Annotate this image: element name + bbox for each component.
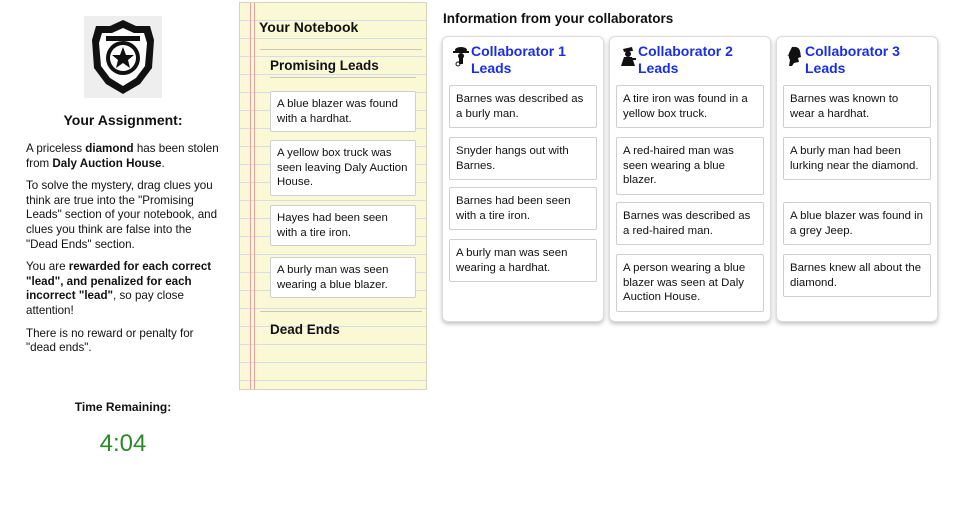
notebook-divider bbox=[260, 311, 422, 312]
clue-card[interactable]: Barnes knew all about the diamond. bbox=[783, 254, 931, 298]
assignment-paragraph-1: A priceless diamond has been stolen from… bbox=[26, 142, 222, 171]
clue-card[interactable]: Barnes was known to wear a hardhat. bbox=[783, 85, 931, 129]
notebook-title: Your Notebook bbox=[259, 19, 359, 35]
collaborator-2-panel: Collaborator 2 Leads A tire iron was fou… bbox=[609, 36, 771, 322]
lead-card[interactable]: A burly man was seen wearing a blue blaz… bbox=[270, 257, 416, 299]
timer-value: 4:04 bbox=[99, 430, 147, 457]
assignment-instructions: A priceless diamond has been stolen from… bbox=[26, 142, 222, 364]
dead-ends-title: Dead Ends bbox=[270, 322, 340, 337]
assignment-title: Your Assignment: bbox=[63, 112, 183, 128]
bold-text: diamond bbox=[85, 142, 134, 155]
text-span: You are bbox=[26, 260, 69, 274]
assignment-panel: Your Assignment: A priceless diamond has… bbox=[0, 0, 236, 518]
collaborator-header: Collaborator 2 Leads bbox=[618, 43, 764, 77]
text-span: A priceless bbox=[26, 142, 86, 155]
lead-card[interactable]: Hayes had been seen with a tire iron. bbox=[270, 205, 416, 247]
notebook-margin-line bbox=[254, 3, 255, 389]
collaborator-title: Collaborator 3 Leads bbox=[805, 43, 900, 76]
spy-figure-icon bbox=[619, 45, 637, 67]
promising-leads-dropzone[interactable]: A blue blazer was found with a hardhat. … bbox=[264, 79, 420, 311]
assignment-paragraph-2: To solve the mystery, drag clues you thi… bbox=[26, 179, 218, 251]
collaborator-3-panel: Collaborator 3 Leads Barnes was known to… bbox=[776, 36, 938, 322]
collaborator-header: Collaborator 1 Leads bbox=[451, 43, 597, 77]
detective-hat-icon bbox=[452, 45, 470, 67]
clue-card[interactable]: A tire iron was found in a yellow box tr… bbox=[616, 85, 764, 129]
collaborators-heading: Information from your collaborators bbox=[443, 11, 674, 26]
promising-leads-title: Promising Leads bbox=[270, 58, 379, 73]
clue-card[interactable]: A burly man was seen wearing a hardhat. bbox=[449, 239, 597, 283]
collaborator-title: Collaborator 2 Leads bbox=[638, 43, 733, 76]
clue-card[interactable]: Barnes was described as a red-haired man… bbox=[616, 202, 764, 246]
collaborator-header: Collaborator 3 Leads bbox=[785, 43, 931, 77]
police-badge-icon bbox=[84, 16, 162, 98]
clue-card[interactable]: A person wearing a blue blazer was seen … bbox=[616, 254, 764, 312]
clue-card[interactable]: Barnes was described as a burly man. bbox=[449, 85, 597, 129]
clue-card[interactable]: A burly man had been lurking near the di… bbox=[783, 137, 931, 181]
collaborator-title: Collaborator 1 Leads bbox=[471, 43, 566, 76]
assignment-paragraph-4: There is no reward or penalty for "dead … bbox=[26, 326, 194, 355]
lead-card[interactable]: A yellow box truck was seen leaving Daly… bbox=[270, 140, 416, 196]
notebook: Your Notebook Promising Leads A blue bla… bbox=[239, 2, 427, 390]
clue-card[interactable]: Barnes had been seen with a tire iron. bbox=[449, 187, 597, 231]
promising-leads-divider bbox=[270, 77, 416, 78]
clue-card[interactable]: Snyder hangs out with Barnes. bbox=[449, 137, 597, 181]
sherlock-profile-icon bbox=[786, 45, 804, 67]
notebook-divider bbox=[260, 49, 422, 50]
dead-ends-dropzone[interactable] bbox=[264, 343, 420, 387]
clue-card[interactable]: A red-haired man was seen wearing a blue… bbox=[616, 137, 764, 195]
notebook-margin-line bbox=[250, 3, 251, 389]
clue-card[interactable]: A blue blazer was found in a grey Jeep. bbox=[783, 202, 931, 246]
text-span: . bbox=[161, 156, 165, 170]
lead-card[interactable]: A blue blazer was found with a hardhat. bbox=[270, 91, 416, 133]
assignment-paragraph-3: You are rewarded for each correct "lead"… bbox=[26, 260, 222, 318]
bold-text: Daly Auction House bbox=[52, 156, 162, 170]
timer-label: Time Remaining: bbox=[74, 400, 172, 414]
collaborator-1-panel: Collaborator 1 Leads Barnes was describe… bbox=[442, 36, 604, 322]
